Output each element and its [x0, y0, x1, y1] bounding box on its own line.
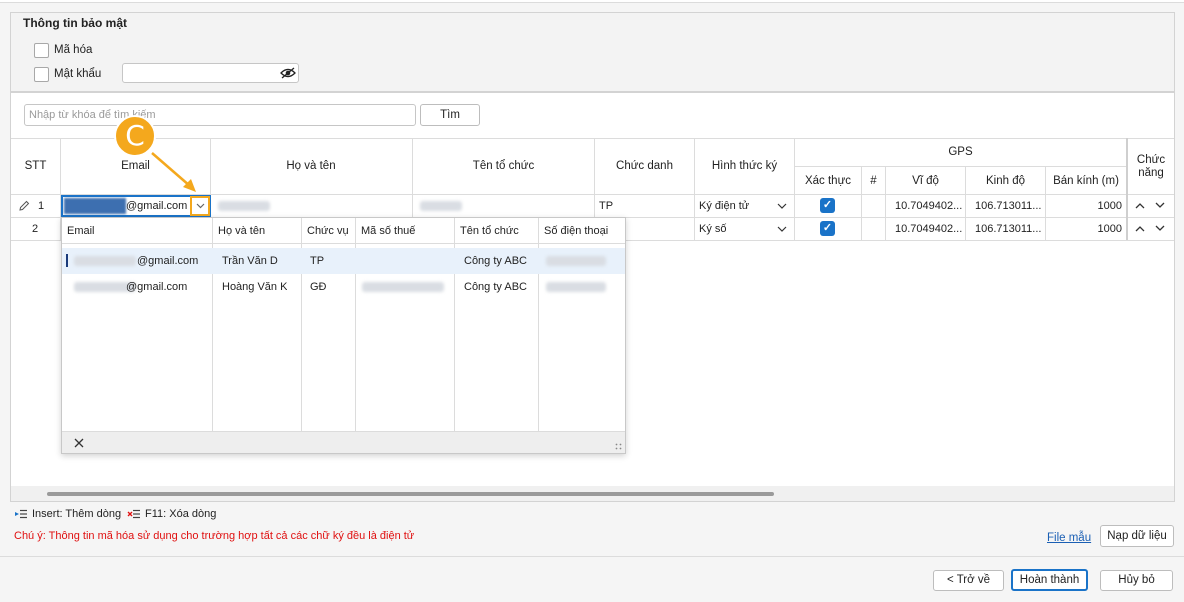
col-hash: #	[870, 175, 877, 187]
move-up-icon[interactable]	[1135, 225, 1145, 232]
close-icon[interactable]	[74, 438, 84, 448]
row1-email-suffix: @gmail.com	[126, 200, 188, 212]
move-up-icon[interactable]	[1135, 202, 1145, 209]
dd-option-1-role: TP	[310, 255, 325, 267]
dd-option-2-tax-redacted	[362, 282, 444, 292]
load-data-button[interactable]: Nạp dữ liệu	[1100, 525, 1174, 547]
row1-fullname-redacted	[218, 201, 270, 211]
chevron-down-icon[interactable]	[777, 203, 787, 209]
dd-option-1-name: Trần Văn D	[222, 255, 278, 267]
row1-email-selection	[64, 198, 126, 214]
row1-radius: 1000	[1097, 200, 1122, 212]
dd-option-2-phone-redacted	[546, 282, 606, 292]
email-dropdown-toggle[interactable]	[190, 196, 210, 216]
col-org: Tên tổ chức	[472, 160, 535, 172]
encrypt-checkbox[interactable]	[34, 43, 49, 58]
row1-sign-type[interactable]: Ký điện tử	[699, 200, 749, 212]
finish-button[interactable]: Hoàn thành	[1011, 569, 1088, 591]
row2-radius: 1000	[1097, 223, 1122, 235]
resize-grip-icon[interactable]	[615, 443, 622, 450]
row1-lat: 10.7049402...	[895, 200, 963, 212]
dd-col-phone: Số điện thoại	[544, 225, 609, 237]
row2-sign-type[interactable]: Ký số	[699, 223, 727, 235]
dd-option-2-org: Công ty ABC	[464, 281, 527, 293]
col-fullname: Họ và tên	[286, 160, 336, 172]
row1-org-redacted	[420, 201, 462, 211]
dd-col-org: Tên tổ chức	[460, 225, 519, 237]
chevron-down-icon[interactable]	[777, 226, 787, 232]
callout-badge: C	[114, 115, 156, 157]
dd-option-1-email-redacted	[74, 256, 136, 266]
dd-option-2-email-suffix: @gmail.com	[126, 281, 188, 293]
col-radius: Bán kính (m)	[1053, 175, 1119, 187]
back-button[interactable]: < Trở về	[933, 570, 1004, 591]
dd-option-1-org: Công ty ABC	[464, 255, 527, 267]
dd-footer	[62, 431, 625, 453]
encryption-note: Chú ý: Thông tin mã hóa sử dụng cho trườ…	[14, 530, 415, 542]
search-button[interactable]: Tìm	[420, 104, 480, 126]
delete-row-icon	[127, 509, 140, 519]
shortcut-delete: F11: Xóa dòng	[145, 508, 217, 520]
text-cursor	[66, 254, 68, 267]
col-gps: GPS	[948, 146, 973, 158]
chevron-down-icon	[196, 203, 205, 209]
move-down-icon[interactable]	[1155, 225, 1165, 232]
col-lng: Kinh độ	[985, 175, 1025, 187]
col-position: Chức danh	[616, 160, 673, 172]
insert-row-icon	[15, 509, 27, 519]
row2-lng: 106.713011...	[975, 223, 1042, 235]
row1-verify-checkbox[interactable]: ✓	[820, 198, 835, 213]
row2-lat: 10.7049402...	[895, 223, 963, 235]
row1-lng: 106.713011...	[975, 200, 1042, 212]
eye-slash-icon[interactable]	[280, 67, 296, 79]
col-stt: STT	[24, 160, 47, 172]
col-function: Chức năng	[1136, 154, 1166, 179]
search-input[interactable]: Nhập từ khóa để tìm kiếm	[24, 104, 416, 126]
dd-col-email: Email	[67, 225, 95, 237]
pencil-icon	[19, 200, 30, 211]
col-lat: Vĩ độ	[912, 175, 939, 187]
encrypt-label: Mã hóa	[54, 44, 93, 56]
horizontal-scrollbar-thumb[interactable]	[47, 492, 774, 496]
row2-stt: 2	[32, 223, 39, 235]
password-checkbox[interactable]	[34, 67, 49, 82]
security-title: Thông tin bảo mật	[23, 16, 127, 30]
sample-file-link[interactable]: File mẫu	[1047, 532, 1091, 544]
password-label: Mật khẩu	[54, 68, 102, 80]
row1-stt: 1	[38, 200, 45, 212]
dd-col-role: Chức vụ	[307, 225, 349, 237]
dd-option-2-role: GĐ	[310, 281, 327, 293]
row2-verify-checkbox[interactable]: ✓	[820, 221, 835, 236]
password-field[interactable]	[122, 63, 299, 83]
dd-col-name: Họ và tên	[218, 225, 266, 237]
cancel-button[interactable]: Hủy bỏ	[1100, 570, 1173, 591]
row1-position: TP	[599, 200, 614, 212]
dd-option-2-name: Hoàng Văn K	[222, 281, 288, 293]
col-sign-type: Hình thức ký	[711, 160, 778, 172]
dd-option-1-phone-redacted	[546, 256, 606, 266]
move-down-icon[interactable]	[1155, 202, 1165, 209]
col-verify: Xác thực	[804, 175, 852, 187]
email-suggestion-dropdown: Email Họ và tên Chức vụ Mã số thuế Tên t…	[61, 217, 626, 454]
dd-col-tax: Mã số thuế	[361, 225, 416, 237]
dd-option-1-email-suffix: @gmail.com	[137, 255, 199, 267]
shortcut-insert: Insert: Thêm dòng	[32, 508, 122, 520]
